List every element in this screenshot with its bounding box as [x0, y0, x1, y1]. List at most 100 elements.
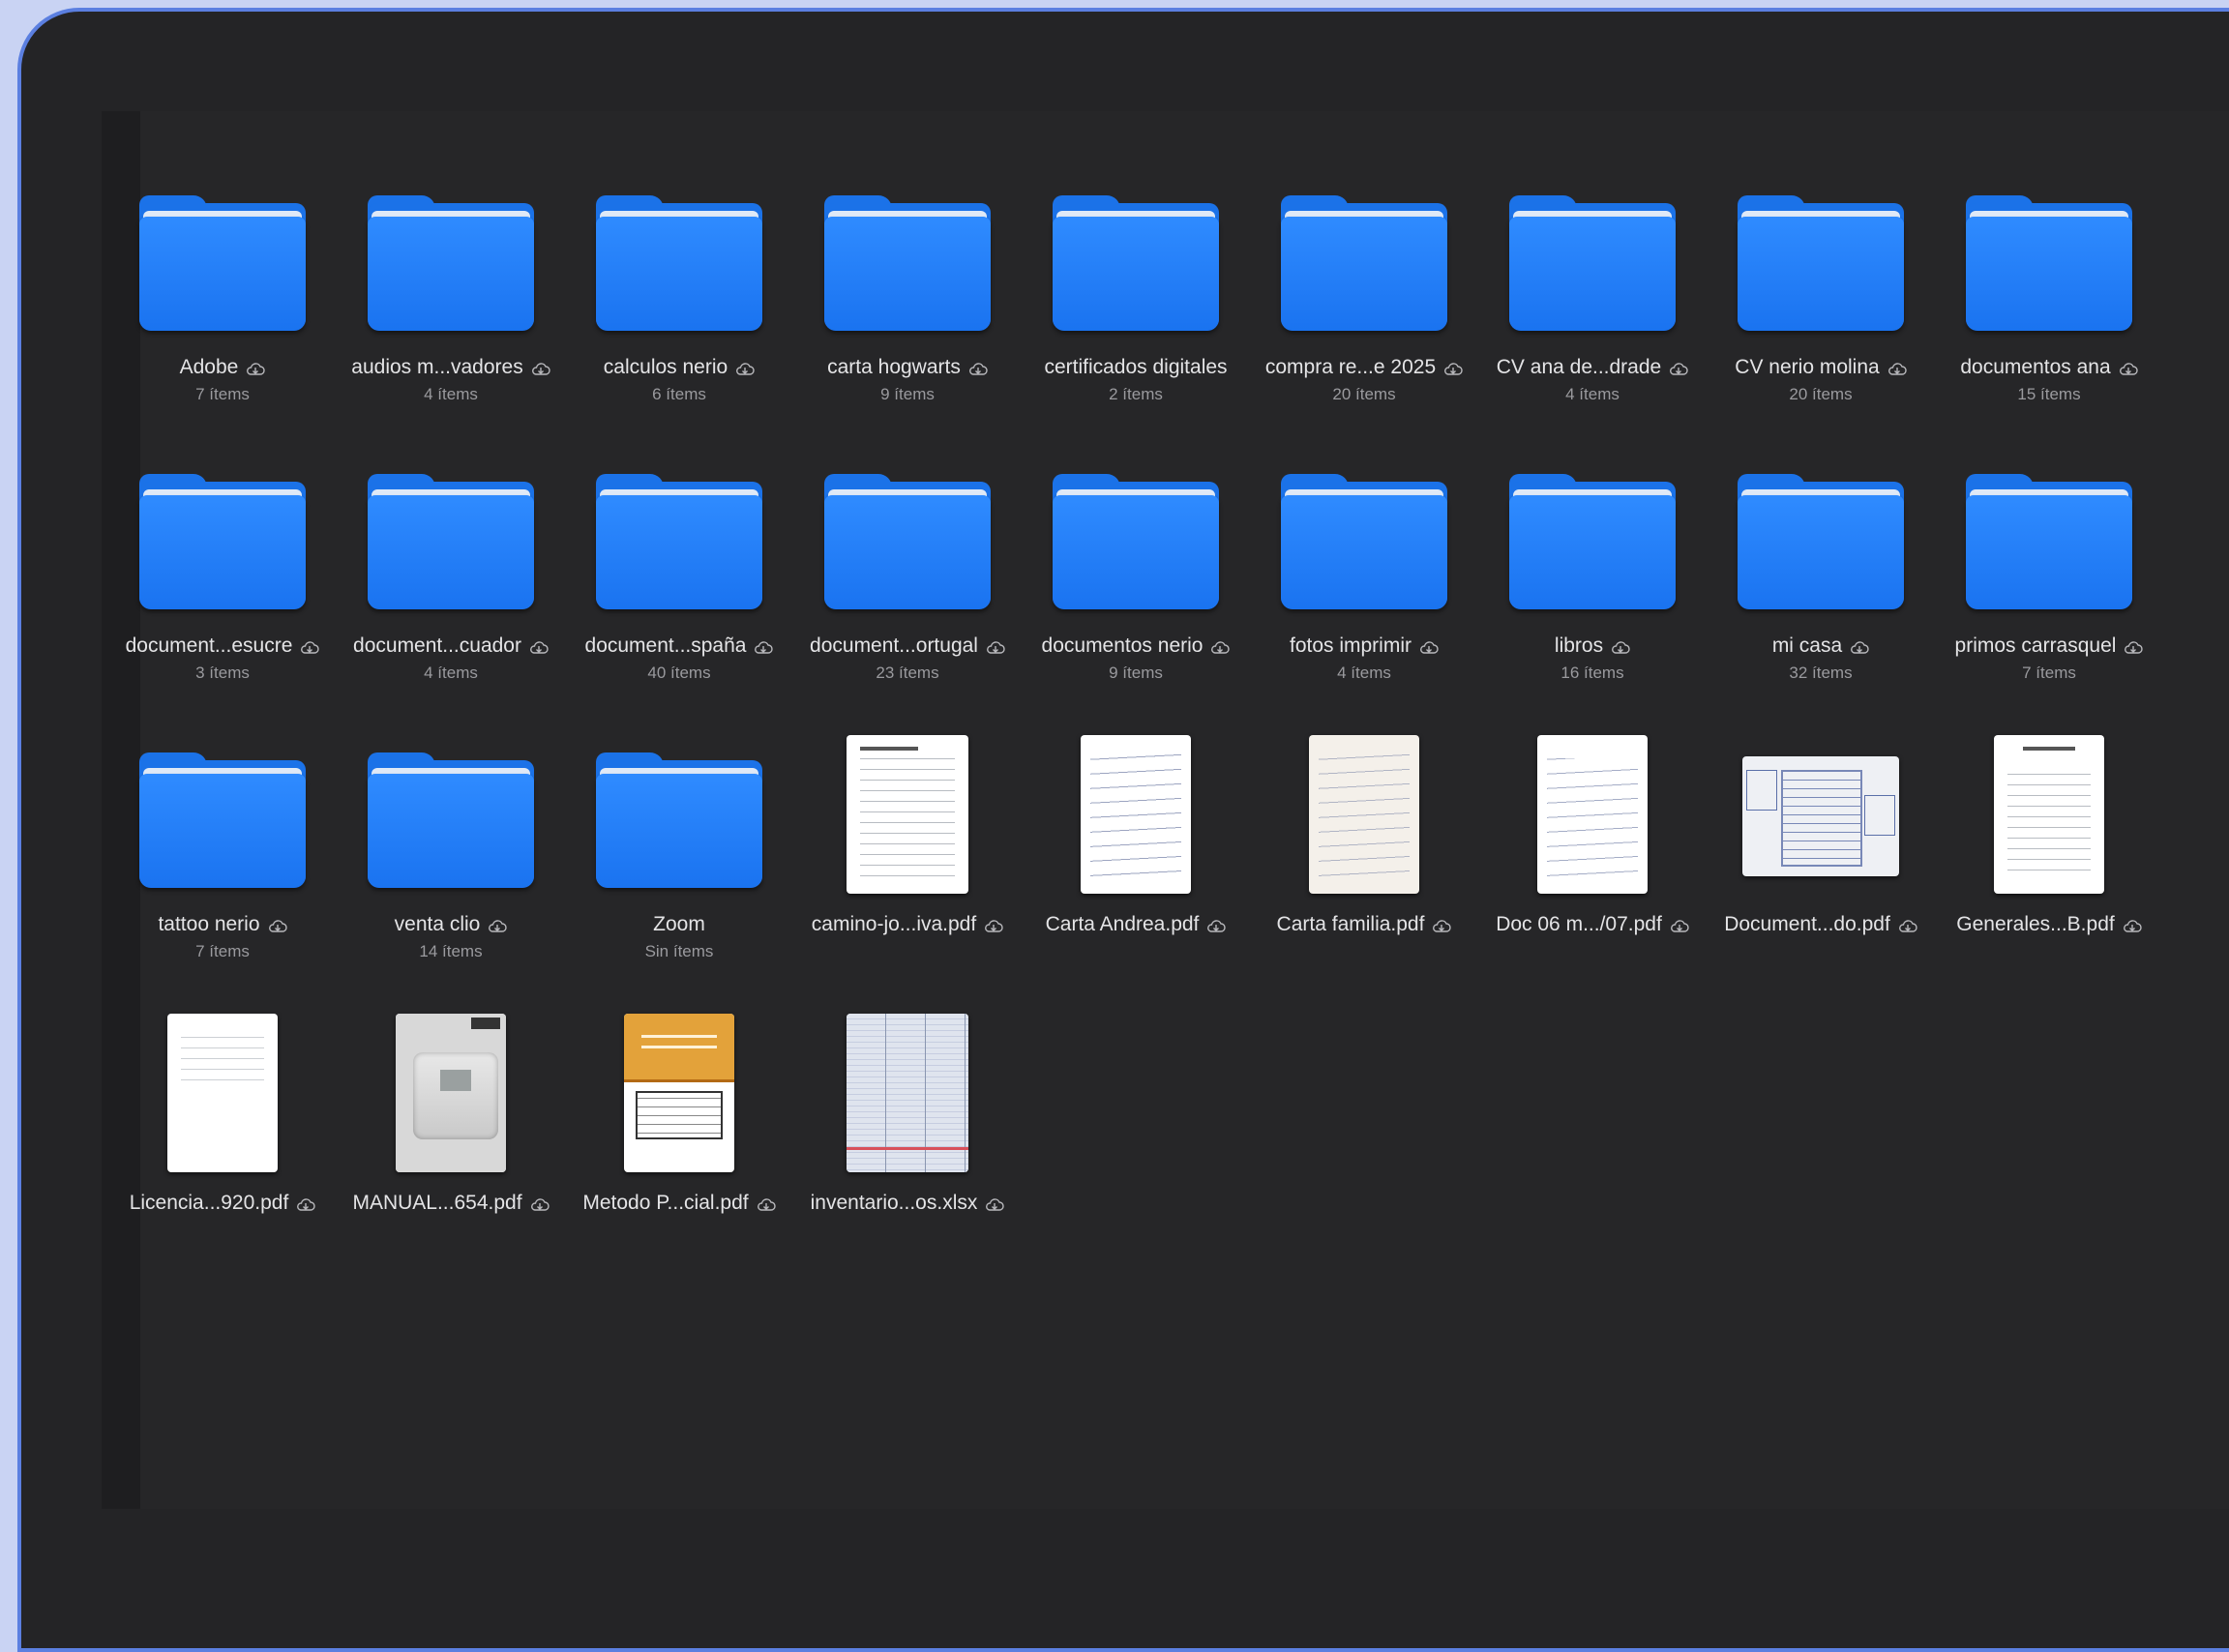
folder-icon	[139, 474, 306, 617]
item-name: Zoom	[653, 913, 705, 935]
folder-item[interactable]: Adobe 7 ítems	[108, 164, 337, 443]
item-name: Document...do.pdf	[1724, 913, 1890, 935]
item-name: camino-jo...iva.pdf	[811, 913, 977, 935]
item-name: CV ana de...drade	[1496, 356, 1662, 378]
folder-item[interactable]: fotos imprimir 4 ítems	[1250, 443, 1478, 722]
file-item[interactable]: Document...do.pdf	[1707, 722, 1935, 1000]
folder-item[interactable]: documentos ana 15 ítems	[1935, 164, 2163, 443]
folder-icon	[368, 752, 534, 896]
icloud-download-icon[interactable]	[2119, 360, 2138, 375]
item-count: 4 ítems	[424, 664, 478, 682]
icloud-download-icon[interactable]	[735, 360, 755, 375]
folder-item[interactable]: libros 16 ítems	[1478, 443, 1707, 722]
icloud-download-icon[interactable]	[2124, 638, 2144, 654]
folder-item[interactable]: certificados digitales 2 ítems	[1022, 164, 1250, 443]
file-item[interactable]: Licencia...920.pdf	[108, 1000, 337, 1279]
folder-item[interactable]: document...cuador 4 ítems	[337, 443, 565, 722]
icloud-download-icon[interactable]	[1206, 917, 1227, 932]
item-name: documentos nerio	[1041, 634, 1204, 657]
file-item[interactable]: Carta familia.pdf	[1250, 722, 1478, 1000]
folder-item[interactable]: venta clio 14 ítems	[337, 722, 565, 1000]
folder-item[interactable]: CV ana de...drade 4 ítems	[1478, 164, 1707, 443]
icloud-download-icon[interactable]	[754, 638, 774, 654]
icloud-download-icon[interactable]	[984, 917, 1003, 932]
item-name: Carta familia.pdf	[1276, 913, 1425, 935]
item-name: tattoo nerio	[158, 913, 260, 935]
folder-icon	[1509, 195, 1676, 339]
icloud-download-icon[interactable]	[1419, 638, 1439, 654]
icloud-download-icon[interactable]	[1850, 638, 1869, 654]
folder-item[interactable]: tattoo nerio 7 ítems	[108, 722, 337, 1000]
item-name: calculos nerio	[603, 356, 728, 378]
folder-item[interactable]: document...spaña 40 ítems	[565, 443, 793, 722]
icloud-download-icon[interactable]	[1611, 638, 1630, 654]
folder-item[interactable]: document...ortugal 23 ítems	[793, 443, 1022, 722]
folder-item[interactable]: compra re...e 2025 20 ítems	[1250, 164, 1478, 443]
pdf-thumbnail	[167, 1014, 278, 1172]
item-name: Generales...B.pdf	[1956, 913, 2115, 935]
file-item[interactable]: MANUAL...654.pdf	[337, 1000, 565, 1279]
folder-icon	[596, 474, 762, 617]
item-name: compra re...e 2025	[1264, 356, 1437, 378]
folder-icon	[139, 195, 306, 339]
item-name: document...ortugal	[810, 634, 978, 657]
folder-item[interactable]: CV nerio molina 20 ítems	[1707, 164, 1935, 443]
file-item[interactable]: Generales...B.pdf	[1935, 722, 2163, 1000]
folder-item[interactable]: carta hogwarts 9 ítems	[793, 164, 1022, 443]
folder-icon	[1966, 474, 2132, 617]
icloud-download-icon[interactable]	[1898, 917, 1917, 932]
icloud-download-icon[interactable]	[300, 638, 320, 654]
item-count: 4 ítems	[1565, 385, 1620, 403]
folder-item[interactable]: mi casa 32 ítems	[1707, 443, 1935, 722]
icloud-download-icon[interactable]	[246, 360, 266, 375]
icloud-download-icon[interactable]	[1669, 360, 1688, 375]
icloud-download-icon[interactable]	[268, 917, 287, 932]
icloud-download-icon[interactable]	[296, 1195, 315, 1211]
item-count: 7 ítems	[195, 385, 250, 403]
item-name: document...cuador	[353, 634, 521, 657]
file-item[interactable]: Carta Andrea.pdf	[1022, 722, 1250, 1000]
item-name: document...spaña	[584, 634, 747, 657]
folder-item[interactable]: audios m...vadores 4 ítems	[337, 164, 565, 443]
file-item[interactable]: camino-jo...iva.pdf	[793, 722, 1022, 1000]
icloud-download-icon[interactable]	[1887, 360, 1907, 375]
folder-item[interactable]: Zoom Sin ítems	[565, 722, 793, 1000]
xlsx-thumbnail	[847, 1014, 968, 1172]
icloud-download-icon[interactable]	[986, 638, 1005, 654]
icloud-download-icon[interactable]	[488, 917, 508, 932]
folder-icon	[596, 752, 762, 896]
item-count: 15 ítems	[2017, 385, 2081, 403]
icloud-download-icon[interactable]	[968, 360, 988, 375]
item-name: Licencia...920.pdf	[129, 1192, 289, 1214]
pdf-thumbnail	[624, 1014, 734, 1172]
file-item[interactable]: Metodo P...cial.pdf	[565, 1000, 793, 1279]
icloud-download-icon[interactable]	[529, 638, 549, 654]
icloud-download-icon[interactable]	[1443, 360, 1463, 375]
icloud-download-icon[interactable]	[531, 360, 550, 375]
folder-icon	[1738, 195, 1904, 339]
file-item[interactable]: inventario...os.xlsx	[793, 1000, 1022, 1279]
item-count: 7 ítems	[195, 942, 250, 960]
icloud-download-icon[interactable]	[1210, 638, 1231, 654]
pdf-thumbnail	[1537, 735, 1648, 894]
item-count: 40 ítems	[647, 664, 711, 682]
item-name: Carta Andrea.pdf	[1045, 913, 1200, 935]
item-name: documentos ana	[1960, 356, 2111, 378]
file-item[interactable]: Doc 06 m.../07.pdf	[1478, 722, 1707, 1000]
icloud-download-icon[interactable]	[1432, 917, 1452, 932]
icloud-download-icon[interactable]	[530, 1195, 550, 1211]
pdf-thumbnail	[1309, 735, 1419, 894]
folder-item[interactable]: primos carrasquel 7 ítems	[1935, 443, 2163, 722]
item-count: 9 ítems	[880, 385, 935, 403]
icloud-download-icon[interactable]	[1670, 917, 1689, 932]
folder-item[interactable]: document...esucre 3 ítems	[108, 443, 337, 722]
folder-item[interactable]: calculos nerio 6 ítems	[565, 164, 793, 443]
item-count: 14 ítems	[419, 942, 483, 960]
icloud-download-icon[interactable]	[2123, 917, 2142, 932]
item-count: 16 ítems	[1560, 664, 1624, 682]
icloud-download-icon[interactable]	[757, 1195, 776, 1211]
icloud-download-icon[interactable]	[985, 1195, 1005, 1211]
folder-icon	[368, 474, 534, 617]
folder-icon	[1053, 195, 1219, 339]
folder-item[interactable]: documentos nerio 9 ítems	[1022, 443, 1250, 722]
